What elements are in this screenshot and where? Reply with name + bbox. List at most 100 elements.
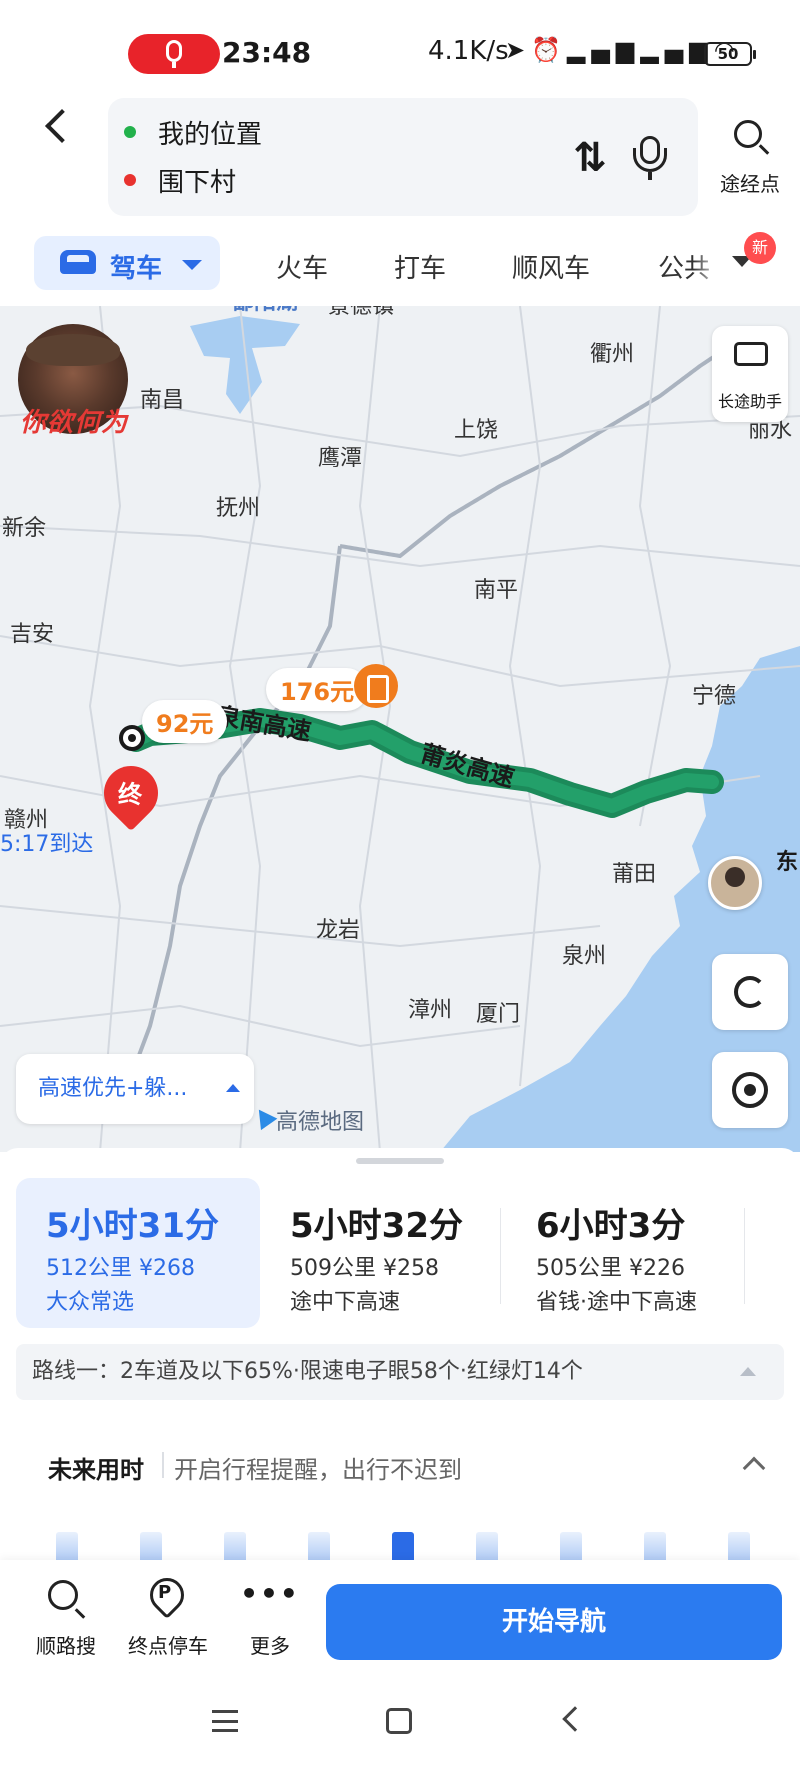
status-bar: 23:48 4.1K/s ➤⏰▂▄▆▂▄▆◠ 50 [0, 0, 800, 96]
route-detail-bar[interactable]: 路线一：2车道及以下65%·限速电子眼58个·红绿灯14个 [16, 1344, 784, 1400]
trip-reminder-link[interactable]: 开启行程提醒，出行不迟到 [174, 1450, 462, 1485]
route-tag: 大众常选 [46, 1290, 135, 1315]
system-navigation-bar [0, 1670, 800, 1778]
dest-parking-label: 终点停车 [128, 1634, 208, 1658]
home-icon[interactable] [386, 1708, 412, 1734]
status-time: 23:48 [222, 36, 312, 69]
city-label: 南平 [474, 578, 519, 603]
destination-pin-label: 终 [117, 780, 142, 809]
signal-icon: ▂▄▆ [640, 36, 714, 64]
route-option-1[interactable]: 5小时31分 512公里 ¥268 大众常选 [16, 1178, 260, 1328]
east-label: 东 [776, 850, 799, 875]
city-label: 厦门 [476, 1002, 521, 1027]
route-detail-text: 路线一：2车道及以下65%·限速电子眼58个·红绿灯14个 [32, 1359, 583, 1384]
tab-taxi[interactable]: 打车 [394, 248, 446, 285]
toll-gate-icon [354, 664, 398, 708]
signal-icon: ▂▄▆ [567, 36, 641, 64]
search-along-button[interactable]: 顺路搜 [20, 1574, 112, 1659]
brand-label: 高德地图 [276, 1110, 365, 1135]
poyang-lake [190, 316, 300, 414]
city-label: 吉安 [10, 622, 55, 647]
back-button[interactable] [36, 104, 84, 160]
car-badge-icon [734, 342, 768, 366]
mic-icon [166, 40, 182, 62]
map-view[interactable]: 鄱阳湖 景德镇 南昌 衢州 上饶 鹰潭 丽水 抚州 新余 南平 吉安 宁德 赣州… [0, 306, 800, 1152]
long-trip-label: 长途助手 [717, 392, 782, 411]
recent-apps-icon[interactable] [212, 1710, 238, 1732]
search-icon [48, 1580, 78, 1610]
origin-field[interactable]: 我的位置 [124, 112, 262, 152]
avatar-caption: 你欲何为 [20, 408, 129, 438]
future-time-title: 未来用时 [48, 1456, 144, 1484]
long-trip-assistant-button[interactable]: 长途助手 [712, 326, 788, 422]
route-time: 5小时32分 [290, 1206, 463, 1246]
dest-parking-button[interactable]: P 终点停车 [122, 1570, 214, 1659]
city-label: 鹰潭 [318, 446, 363, 471]
more-label: 更多 [250, 1634, 290, 1658]
map-brand: 高德地图 [250, 1103, 365, 1136]
province-border [118, 545, 342, 1107]
route-input-box: 我的位置 围下村 ⇅ [108, 98, 698, 216]
city-label: 南昌 [140, 388, 185, 413]
more-button[interactable]: ••• 更多 [224, 1574, 316, 1659]
route-time: 6小时3分 [536, 1206, 686, 1246]
transport-mode-tabs: 驾车 火车 打车 顺风车 公共 新 [0, 232, 800, 292]
route-tag: 省钱·途中下高速 [536, 1290, 697, 1315]
route-planning-screen: 23:48 4.1K/s ➤⏰▂▄▆▂▄▆◠ 50 我的位置 围下村 ⇅ 途经点 [0, 0, 800, 1778]
route-time: 5小时31分 [46, 1206, 219, 1246]
locate-button[interactable] [712, 1052, 788, 1128]
divider [500, 1208, 501, 1304]
divider [744, 1208, 745, 1304]
voice-input-button[interactable] [628, 134, 672, 182]
more-dots-icon: ••• [240, 1577, 300, 1610]
city-label: 新余 [2, 516, 47, 541]
route-option-2[interactable]: 5小时32分 509公里 ¥258 途中下高速 [260, 1178, 486, 1328]
toll-tag[interactable]: 92元 [142, 700, 228, 743]
city-label: 景德镇 [328, 306, 395, 319]
network-speed: 4.1K/s [428, 36, 509, 66]
province-border [339, 344, 732, 559]
route-meta: 512公里 ¥268 [46, 1256, 195, 1281]
city-label: 宁德 [692, 684, 737, 709]
arrival-time: 5:17到达 [0, 832, 94, 857]
route-meta: 505公里 ¥226 [536, 1256, 685, 1281]
origin-dot-icon [124, 126, 136, 138]
user-avatar[interactable] [708, 856, 762, 910]
refresh-button[interactable] [712, 954, 788, 1030]
city-label: 上饶 [454, 418, 499, 443]
route-preference-button[interactable]: 高速优先+躲... [16, 1054, 254, 1124]
sheet-handle[interactable] [356, 1158, 444, 1164]
city-label: 龙岩 [316, 918, 361, 943]
search-along-label: 顺路搜 [36, 1634, 96, 1658]
origin-label: 我的位置 [158, 119, 263, 150]
recording-indicator[interactable] [128, 34, 220, 74]
new-badge: 新 [744, 232, 776, 264]
swap-icon[interactable]: ⇅ [568, 134, 612, 182]
destination-field[interactable]: 围下村 [124, 160, 236, 200]
alarm-icon: ⏰ [531, 36, 567, 64]
divider [162, 1452, 164, 1478]
toll-tag[interactable]: 176元 [266, 668, 369, 711]
start-navigation-button[interactable]: 开始导航 [326, 1584, 782, 1660]
destination-label: 围下村 [158, 167, 237, 198]
bottom-action-bar: 顺路搜 P 终点停车 ••• 更多 开始导航 [0, 1560, 800, 1670]
route-preference-label: 高速优先+躲... [38, 1076, 188, 1101]
tab-carpool[interactable]: 顺风车 [512, 248, 590, 285]
back-icon[interactable] [562, 1706, 588, 1732]
car-icon [60, 250, 96, 274]
city-label: 漳州 [408, 998, 453, 1023]
city-label: 鄱阳湖 [232, 306, 298, 316]
hat-icon [26, 334, 120, 366]
waypoint-label: 途经点 [720, 172, 780, 196]
caret-up-icon [226, 1084, 240, 1092]
city-label: 泉州 [562, 944, 607, 969]
tab-transit[interactable]: 公共 [658, 248, 722, 285]
tab-drive-label: 驾车 [110, 254, 163, 284]
route-option-3[interactable]: 6小时3分 505公里 ¥226 省钱·途中下高速 [506, 1178, 742, 1328]
waypoint-button[interactable]: 途经点 [710, 112, 790, 196]
caret-up-icon [740, 1367, 756, 1376]
tab-train[interactable]: 火车 [276, 248, 328, 285]
search-icon [734, 120, 762, 148]
chevron-up-icon[interactable] [742, 1456, 766, 1480]
tab-drive[interactable]: 驾车 [34, 236, 220, 290]
